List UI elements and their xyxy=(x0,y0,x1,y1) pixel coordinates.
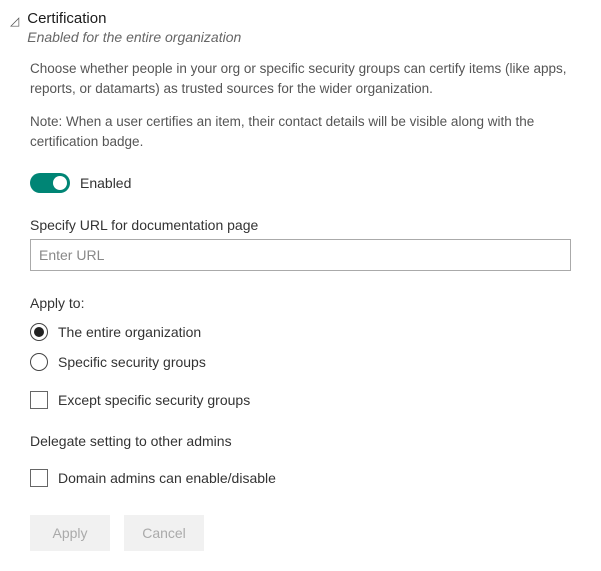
section-subtitle: Enabled for the entire organization xyxy=(27,29,241,45)
apply-to-label: Apply to: xyxy=(30,295,571,311)
checkbox-icon xyxy=(30,469,48,487)
section-note: Note: When a user certifies an item, the… xyxy=(30,112,571,151)
domain-admins-label: Domain admins can enable/disable xyxy=(58,470,276,486)
except-groups-label: Except specific security groups xyxy=(58,392,250,408)
radio-specific-groups[interactable]: Specific security groups xyxy=(30,353,571,371)
checkbox-except-groups[interactable]: Except specific security groups xyxy=(30,391,571,409)
checkbox-icon xyxy=(30,391,48,409)
section-description: Choose whether people in your org or spe… xyxy=(30,59,571,98)
documentation-url-input[interactable] xyxy=(30,239,571,271)
radio-entire-label: The entire organization xyxy=(58,324,201,340)
radio-icon xyxy=(30,323,48,341)
delegate-label: Delegate setting to other admins xyxy=(30,433,571,449)
radio-specific-label: Specific security groups xyxy=(58,354,206,370)
radio-selected-icon xyxy=(34,327,44,337)
radio-icon xyxy=(30,353,48,371)
cancel-button[interactable]: Cancel xyxy=(124,515,204,551)
radio-entire-organization[interactable]: The entire organization xyxy=(30,323,571,341)
toggle-knob-icon xyxy=(53,176,67,190)
apply-button[interactable]: Apply xyxy=(30,515,110,551)
url-field-label: Specify URL for documentation page xyxy=(30,217,571,233)
enabled-toggle-label: Enabled xyxy=(80,175,131,191)
checkbox-domain-admins[interactable]: Domain admins can enable/disable xyxy=(30,469,571,487)
section-title: Certification xyxy=(27,10,241,27)
collapse-caret-icon[interactable]: ◿ xyxy=(10,12,19,30)
enabled-toggle[interactable] xyxy=(30,173,70,193)
header-texts: Certification Enabled for the entire org… xyxy=(27,10,241,45)
